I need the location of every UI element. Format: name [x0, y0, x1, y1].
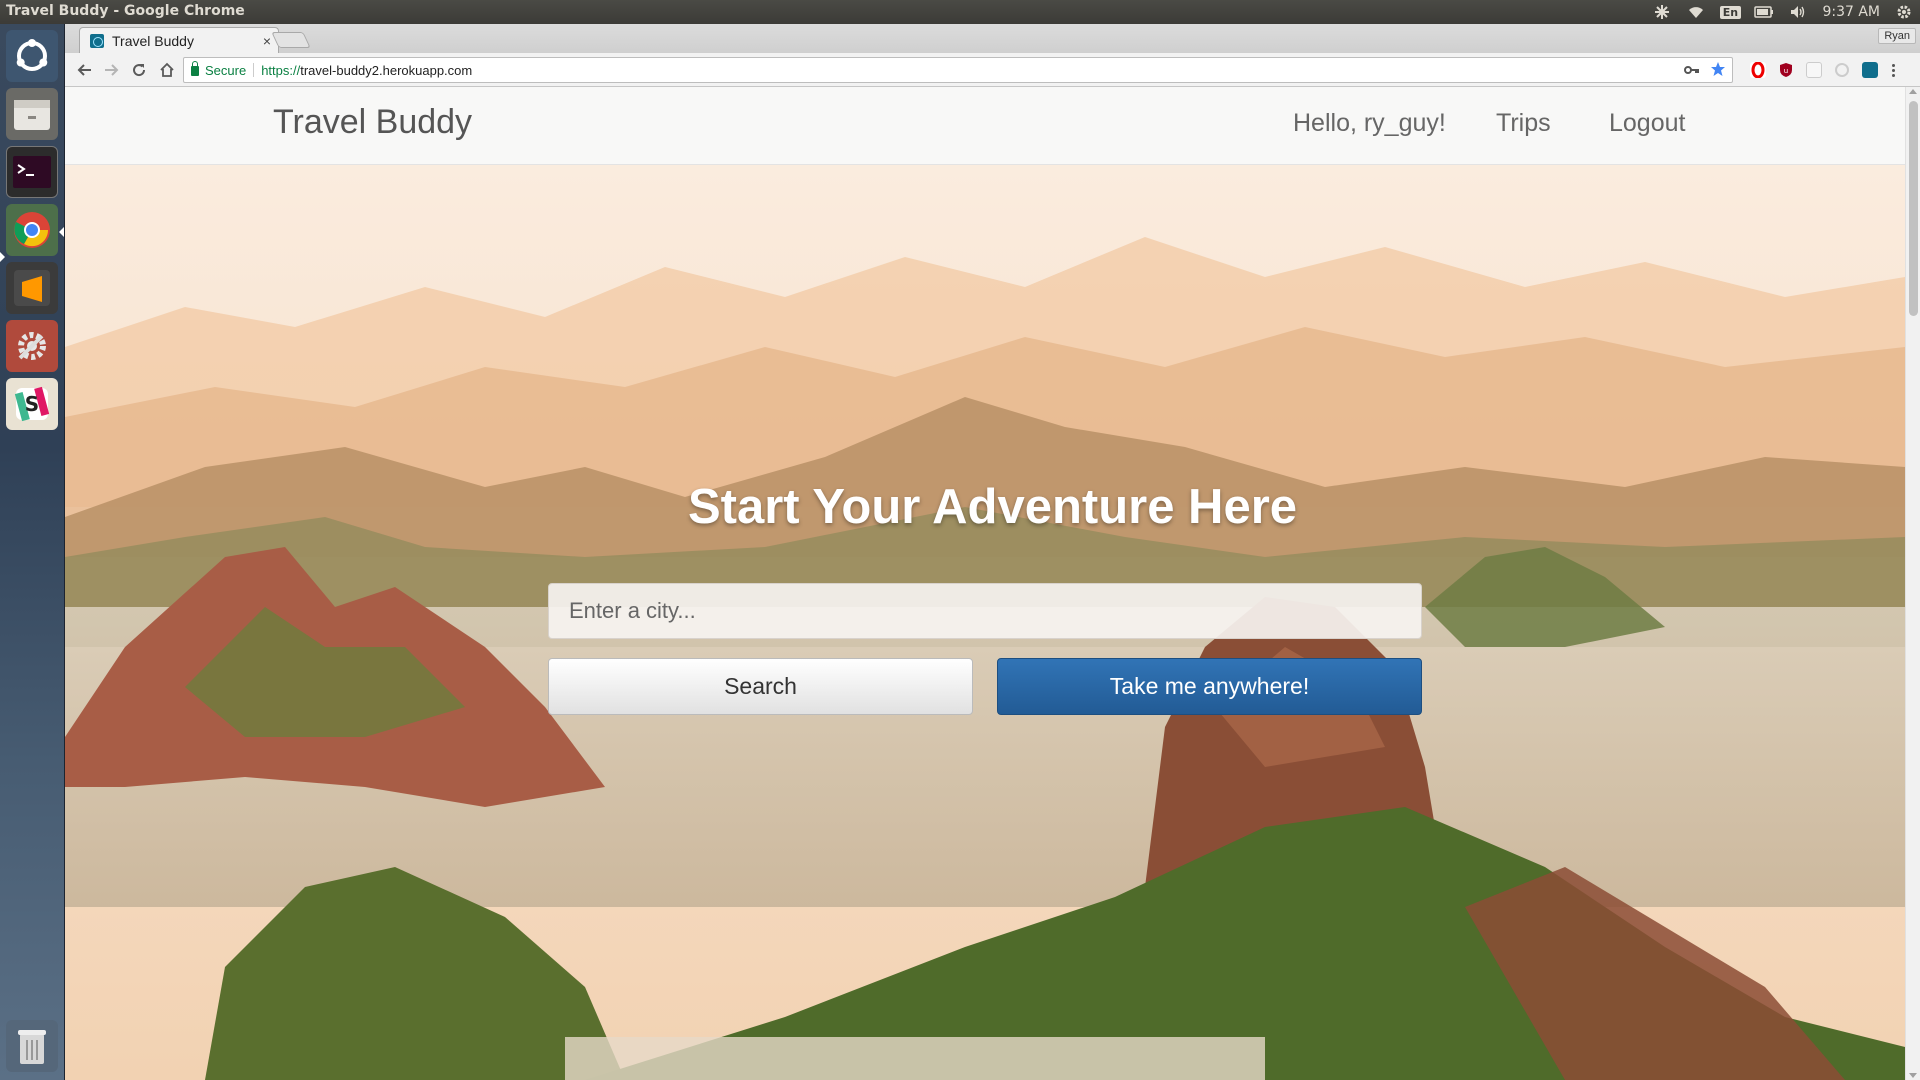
files-icon[interactable] [6, 88, 58, 140]
slack-icon[interactable]: S [6, 378, 58, 430]
chrome-icon[interactable] [6, 204, 58, 256]
key-icon[interactable] [1684, 63, 1700, 78]
scroll-up-arrow-icon[interactable] [1909, 89, 1917, 94]
search-button[interactable]: Search [548, 658, 973, 715]
reload-button[interactable] [128, 59, 150, 81]
svg-text:S: S [25, 392, 39, 416]
take-me-anywhere-button[interactable]: Take me anywhere! [997, 658, 1422, 715]
nav-logout-link[interactable]: Logout [1609, 109, 1685, 138]
session-gear-icon[interactable] [1894, 4, 1914, 20]
tab-title: Travel Buddy [112, 32, 194, 49]
back-button[interactable] [73, 59, 95, 81]
blank-extension-icon[interactable] [1806, 62, 1822, 78]
chrome-menu-icon[interactable] [1890, 63, 1896, 77]
city-search-input[interactable] [548, 583, 1422, 639]
language-badge: En [1719, 5, 1742, 19]
focused-app-indicator [59, 227, 64, 237]
secure-label: Secure [205, 62, 247, 78]
brand-logo-link[interactable]: Travel Buddy [273, 103, 472, 142]
ubuntu-dash-icon[interactable] [6, 30, 58, 82]
page-viewport: Travel Buddy Hello, ry_guy! Trips Logout… [65, 87, 1905, 1080]
page-scrollbar[interactable] [1905, 87, 1920, 1080]
system-settings-icon[interactable] [6, 320, 58, 372]
site-favicon-icon [90, 33, 104, 48]
browser-toolbar: Secure https:// travel-buddy2.herokuapp.… [65, 53, 1920, 87]
volume-icon[interactable] [1788, 4, 1808, 20]
extension-icons: u [1750, 59, 1896, 81]
omnibox-actions [1684, 60, 1726, 80]
app-launcher: S [0, 24, 65, 1080]
lock-icon [191, 61, 199, 76]
travel-buddy-extension-icon[interactable] [1862, 62, 1878, 78]
trash-icon[interactable] [6, 1020, 58, 1072]
new-tab-button[interactable] [271, 32, 311, 48]
system-tray: En 9:37 AM [1652, 0, 1914, 24]
scrollbar-thumb[interactable] [1909, 101, 1918, 316]
scroll-down-arrow-icon[interactable] [1909, 1073, 1917, 1078]
tab-travel-buddy[interactable]: Travel Buddy × [79, 27, 279, 53]
active-app-indicator [0, 252, 5, 262]
wifi-icon[interactable] [1686, 4, 1706, 20]
keyboard-language-indicator[interactable]: En [1719, 4, 1742, 20]
sync-extension-icon[interactable] [1834, 62, 1850, 78]
ublock-shield-icon[interactable]: u [1778, 62, 1794, 78]
profile-button[interactable]: Ryan [1878, 28, 1916, 44]
forward-button[interactable] [101, 59, 123, 81]
home-button[interactable] [156, 59, 178, 81]
sublime-text-icon[interactable] [6, 262, 58, 314]
address-bar[interactable]: Secure https:// travel-buddy2.herokuapp.… [183, 57, 1733, 83]
terminal-icon[interactable] [6, 146, 58, 198]
opera-extension-icon[interactable] [1750, 61, 1766, 79]
os-top-panel: Travel Buddy - Google Chrome En 9:37 AM [0, 0, 1920, 24]
clock[interactable]: 9:37 AM [1822, 4, 1880, 20]
url-scheme: https:// [261, 62, 301, 78]
window-title: Travel Buddy - Google Chrome [6, 3, 245, 19]
tab-strip: Travel Buddy × Ryan [65, 24, 1920, 53]
site-navbar: Travel Buddy Hello, ry_guy! Trips Logout [65, 87, 1905, 165]
nav-trips-link[interactable]: Trips [1496, 109, 1551, 138]
network-settings-icon[interactable] [1652, 4, 1672, 20]
svg-text:u: u [1784, 67, 1788, 75]
battery-icon[interactable] [1754, 4, 1774, 20]
url-host: travel-buddy2.herokuapp.com [300, 62, 473, 78]
omnibox-divider [253, 63, 255, 77]
browser-window: Travel Buddy × Ryan Secure https:// trav… [65, 24, 1920, 1080]
nav-user-greeting[interactable]: Hello, ry_guy! [1293, 109, 1446, 138]
bookmark-star-icon[interactable] [1710, 61, 1726, 80]
hero-title: Start Your Adventure Here [687, 480, 1298, 534]
